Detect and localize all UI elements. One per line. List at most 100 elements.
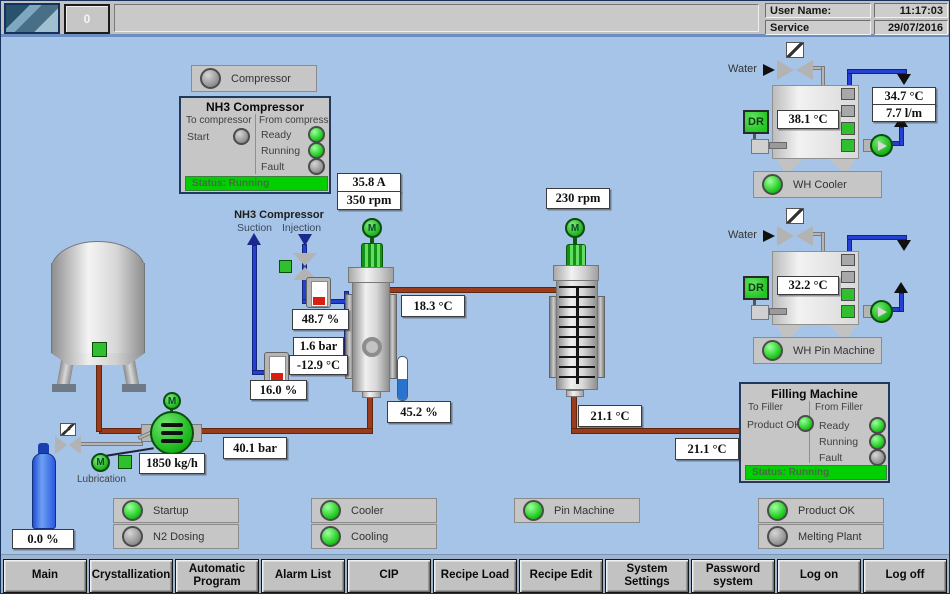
nav-recipe-edit[interactable]: Recipe Edit bbox=[519, 559, 603, 593]
injection-valve-actuator-icon bbox=[279, 260, 292, 273]
water-arrow-icon bbox=[763, 64, 775, 76]
wh-pin-indicator bbox=[841, 254, 855, 266]
thermometer-icon bbox=[397, 356, 408, 401]
evaporator-temperature-value: -12.9 °C bbox=[289, 355, 348, 375]
app-logo bbox=[4, 3, 60, 34]
pump-pressure-value: 40.1 bar bbox=[223, 437, 287, 459]
wh-cooler-heater-rod bbox=[769, 142, 787, 149]
wh-pin-dr-box: DR bbox=[743, 276, 769, 300]
wh-pin-machine-label: WH Pin Machine bbox=[793, 345, 875, 357]
nav-cip[interactable]: CIP bbox=[347, 559, 431, 593]
nh3-ready-led-icon bbox=[308, 126, 325, 143]
cooler-button[interactable]: Cooler bbox=[311, 498, 437, 523]
nh3-ready-label: Ready bbox=[261, 129, 291, 141]
n2-valve-icon bbox=[55, 436, 81, 454]
pump-flow-value: 1850 kg/h bbox=[139, 453, 205, 474]
nh3-compressor-panel: NH3 Compressor To compressor From compre… bbox=[179, 96, 331, 194]
injection-valve-icon bbox=[292, 253, 318, 280]
wh-pin-pump-icon bbox=[870, 300, 893, 323]
wh-pin-indicator bbox=[841, 288, 855, 301]
cooling-button[interactable]: Cooling bbox=[311, 524, 437, 549]
filling-running-label: Running bbox=[819, 436, 858, 448]
product-ok-led-icon bbox=[767, 500, 788, 521]
nav-password-system[interactable]: Password system bbox=[691, 559, 775, 593]
suction-valve-position-value: 16.0 % bbox=[250, 380, 307, 400]
wh-pin-machine-led-icon bbox=[762, 340, 783, 361]
cooling-led-icon bbox=[320, 526, 341, 547]
nav-log-on[interactable]: Log on bbox=[777, 559, 861, 593]
product-pipe-cooler-outlet bbox=[389, 287, 559, 293]
cooler-led-icon bbox=[320, 500, 341, 521]
wh-pin-pump-pipe bbox=[899, 293, 904, 312]
gear-pump-icon bbox=[150, 411, 194, 455]
nh3-running-label: Running bbox=[261, 145, 300, 157]
compressor-button[interactable]: Compressor bbox=[191, 65, 317, 92]
injection-valve-position-value: 48.7 % bbox=[292, 309, 349, 330]
pin-machine-button[interactable]: Pin Machine bbox=[514, 498, 640, 523]
pin-machine-bottom-nozzle bbox=[566, 390, 584, 397]
pin-outlet-temp-value: 21.1 °C bbox=[578, 405, 642, 427]
wh-cooler-temp-value: 38.1 °C bbox=[777, 110, 839, 129]
filler-line-temp-value: 21.1 °C bbox=[675, 438, 739, 460]
panel-divider bbox=[809, 401, 810, 463]
cooler-capacity-value: 45.2 % bbox=[387, 401, 451, 423]
filling-fault-led-icon bbox=[869, 449, 886, 466]
product-pipe-cooler-bottom bbox=[367, 397, 373, 431]
n2-level-value: 0.0 % bbox=[12, 529, 74, 549]
nh3-start-led-icon[interactable] bbox=[233, 128, 250, 145]
user-name-value: Service bbox=[765, 20, 871, 35]
wh-cooler-water-label: Water bbox=[728, 63, 757, 75]
wh-pin-temp-value: 32.2 °C bbox=[777, 276, 839, 295]
cooler-motor-icon: M bbox=[362, 218, 382, 238]
injection-arrow-down-icon bbox=[298, 234, 312, 246]
wh-cooler-flow-value: 7.7 l/m bbox=[872, 104, 936, 122]
lubrication-label: Lubrication bbox=[77, 474, 126, 485]
startup-button[interactable]: Startup bbox=[113, 498, 239, 523]
n2-dosing-button[interactable]: N2 Dosing bbox=[113, 524, 239, 549]
nh3-status-bar: Status: Running bbox=[185, 176, 328, 191]
suction-valve-position-indicator bbox=[264, 352, 289, 383]
nav-alarm-list[interactable]: Alarm List bbox=[261, 559, 345, 593]
wh-cooler-pump-pipe bbox=[899, 127, 904, 146]
clock-time: 11:17:03 bbox=[874, 3, 948, 18]
wh-cooler-indicator bbox=[841, 139, 855, 152]
melting-plant-button[interactable]: Melting Plant bbox=[758, 524, 884, 549]
filling-panel-title: Filling Machine bbox=[741, 387, 888, 401]
suction-pipe bbox=[252, 245, 257, 374]
nh3-running-led-icon bbox=[308, 142, 325, 159]
wh-cooler-button[interactable]: WH Cooler bbox=[753, 171, 882, 198]
nav-log-off[interactable]: Log off bbox=[863, 559, 947, 593]
pin-machine-flange bbox=[553, 265, 599, 281]
wh-cooler-indicator bbox=[841, 105, 855, 117]
nh3-start-label: Start bbox=[187, 131, 209, 143]
compressor-led-icon bbox=[200, 68, 221, 89]
water-arrow-icon bbox=[763, 230, 775, 242]
wh-pin-machine-button[interactable]: WH Pin Machine bbox=[753, 337, 882, 364]
hmi-screen: 0 User Name: 11:17:03 Service 29/07/2016… bbox=[0, 0, 950, 594]
lubrication-motor-icon: M bbox=[91, 453, 110, 472]
alarm-counter-value: 0 bbox=[84, 12, 91, 26]
wh-cooler-dr-box: DR bbox=[743, 110, 769, 134]
nh3-panel-left-header: To compressor bbox=[186, 115, 252, 126]
nav-recipe-load[interactable]: Recipe Load bbox=[433, 559, 517, 593]
storage-tank-foot bbox=[52, 384, 76, 392]
wh-cooler-water-pipe bbox=[821, 66, 825, 87]
product-ok-button[interactable]: Product OK bbox=[758, 498, 884, 523]
nav-main[interactable]: Main bbox=[3, 559, 87, 593]
wh-cooler-pump-icon bbox=[870, 134, 893, 157]
compressor-speed-value: 350 rpm bbox=[337, 191, 401, 210]
alarm-counter-button[interactable]: 0 bbox=[64, 4, 110, 34]
product-pipe-to-filler bbox=[571, 428, 741, 434]
nh3-fault-label: Fault bbox=[261, 161, 284, 173]
nav-system-settings[interactable]: System Settings bbox=[605, 559, 689, 593]
nav-automatic-program[interactable]: Automatic Program bbox=[175, 559, 259, 593]
nav-crystallization[interactable]: Crystallization bbox=[89, 559, 173, 593]
filling-status-bar: Status: Running bbox=[745, 465, 887, 480]
pin-machine-internals bbox=[559, 286, 595, 384]
filling-fault-label: Fault bbox=[819, 452, 842, 464]
wh-pin-indicator bbox=[841, 305, 855, 318]
startup-led-icon bbox=[122, 500, 143, 521]
nh3-fault-led-icon bbox=[308, 158, 325, 175]
n2-valve-actuator-icon bbox=[60, 423, 76, 436]
filling-product-ok-label: Product OK bbox=[747, 419, 801, 431]
